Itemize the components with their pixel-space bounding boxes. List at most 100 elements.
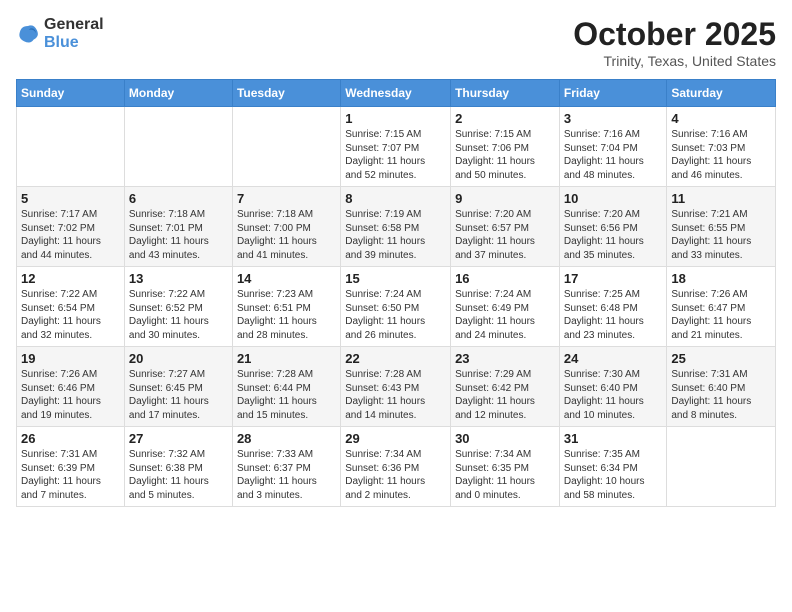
- day-content: Sunrise: 7:30 AM Sunset: 6:40 PM Dayligh…: [564, 368, 663, 422]
- calendar-week-row: 26Sunrise: 7:31 AM Sunset: 6:39 PM Dayli…: [17, 427, 776, 507]
- calendar-cell: 4Sunrise: 7:16 AM Sunset: 7:03 PM Daylig…: [667, 107, 776, 187]
- day-content: Sunrise: 7:22 AM Sunset: 6:54 PM Dayligh…: [21, 288, 120, 342]
- weekday-header-row: Sunday Monday Tuesday Wednesday Thursday…: [17, 80, 776, 107]
- day-content: Sunrise: 7:34 AM Sunset: 6:35 PM Dayligh…: [455, 448, 555, 502]
- calendar-cell: 26Sunrise: 7:31 AM Sunset: 6:39 PM Dayli…: [17, 427, 125, 507]
- header-thursday: Thursday: [451, 80, 560, 107]
- calendar-cell: 5Sunrise: 7:17 AM Sunset: 7:02 PM Daylig…: [17, 187, 125, 267]
- calendar-cell: 6 Sunrise: 7:18 AM Sunset: 7:01 PM Daylig…: [124, 187, 232, 267]
- calendar-cell: 15 Sunrise: 7:24 AM Sunset: 6:50 PM Dayli…: [341, 267, 451, 347]
- calendar-cell: 14 Sunrise: 7:23 AM Sunset: 6:51 PM Dayli…: [232, 267, 340, 347]
- day-number: 12: [21, 271, 120, 286]
- day-content: Sunrise: 7:35 AM Sunset: 6:34 PM Dayligh…: [564, 448, 663, 502]
- page-header: General Blue October 2025 Trinity, Texas…: [16, 16, 776, 69]
- logo-blue: Blue: [44, 34, 79, 51]
- day-number: 18: [671, 271, 771, 286]
- calendar-table: Sunday Monday Tuesday Wednesday Thursday…: [16, 79, 776, 507]
- header-sunday: Sunday: [17, 80, 125, 107]
- logo-general: General: [44, 16, 104, 33]
- day-content: Sunrise: 7:28 AM Sunset: 6:44 PM Dayligh…: [237, 368, 336, 422]
- calendar-body: 1Sunrise: 7:15 AM Sunset: 7:07 PM Daylig…: [17, 107, 776, 507]
- calendar-cell: 22Sunrise: 7:28 AM Sunset: 6:43 PM Dayli…: [341, 347, 451, 427]
- header-tuesday: Tuesday: [232, 80, 340, 107]
- day-content: Sunrise: 7:27 AM Sunset: 6:45 PM Dayligh…: [129, 368, 228, 422]
- calendar-cell: 13Sunrise: 7:22 AM Sunset: 6:52 PM Dayli…: [124, 267, 232, 347]
- day-number: 3: [564, 111, 663, 126]
- logo-text: General Blue: [44, 16, 104, 52]
- calendar-cell: 2 Sunrise: 7:15 AM Sunset: 7:06 PM Daylig…: [451, 107, 560, 187]
- calendar-cell: 21 Sunrise: 7:28 AM Sunset: 6:44 PM Dayli…: [232, 347, 340, 427]
- day-content: Sunrise: 7:26 AM Sunset: 6:47 PM Dayligh…: [671, 288, 771, 342]
- calendar-header: Sunday Monday Tuesday Wednesday Thursday…: [17, 80, 776, 107]
- day-content: Sunrise: 7:15 AM Sunset: 7:06 PM Dayligh…: [455, 128, 555, 182]
- header-wednesday: Wednesday: [341, 80, 451, 107]
- calendar-week-row: 12 Sunrise: 7:22 AM Sunset: 6:54 PM Dayli…: [17, 267, 776, 347]
- calendar-cell: 10 Sunrise: 7:20 AM Sunset: 6:56 PM Dayli…: [559, 187, 667, 267]
- calendar-cell: 16 Sunrise: 7:24 AM Sunset: 6:49 PM Dayli…: [451, 267, 560, 347]
- day-number: 21: [237, 351, 336, 366]
- calendar-cell: 31 Sunrise: 7:35 AM Sunset: 6:34 PM Dayli…: [559, 427, 667, 507]
- day-number: 14: [237, 271, 336, 286]
- day-number: 19: [21, 351, 120, 366]
- day-number: 20: [129, 351, 228, 366]
- day-content: Sunrise: 7:15 AM Sunset: 7:07 PM Dayligh…: [345, 128, 446, 182]
- calendar-cell: 12 Sunrise: 7:22 AM Sunset: 6:54 PM Dayli…: [17, 267, 125, 347]
- calendar-week-row: 19 Sunrise: 7:26 AM Sunset: 6:46 PM Dayli…: [17, 347, 776, 427]
- calendar-cell: 1Sunrise: 7:15 AM Sunset: 7:07 PM Daylig…: [341, 107, 451, 187]
- day-number: 25: [671, 351, 771, 366]
- calendar-cell: 11Sunrise: 7:21 AM Sunset: 6:55 PM Dayli…: [667, 187, 776, 267]
- day-number: 28: [237, 431, 336, 446]
- header-monday: Monday: [124, 80, 232, 107]
- calendar-cell: 27Sunrise: 7:32 AM Sunset: 6:38 PM Dayli…: [124, 427, 232, 507]
- calendar-cell: [232, 107, 340, 187]
- day-number: 2: [455, 111, 555, 126]
- day-content: Sunrise: 7:29 AM Sunset: 6:42 PM Dayligh…: [455, 368, 555, 422]
- calendar-cell: 3 Sunrise: 7:16 AM Sunset: 7:04 PM Daylig…: [559, 107, 667, 187]
- day-content: Sunrise: 7:24 AM Sunset: 6:50 PM Dayligh…: [345, 288, 446, 342]
- day-number: 8: [345, 191, 446, 206]
- calendar-cell: 8 Sunrise: 7:19 AM Sunset: 6:58 PM Daylig…: [341, 187, 451, 267]
- day-number: 4: [671, 111, 771, 126]
- calendar-cell: 25 Sunrise: 7:31 AM Sunset: 6:40 PM Dayli…: [667, 347, 776, 427]
- calendar-cell: 30 Sunrise: 7:34 AM Sunset: 6:35 PM Dayli…: [451, 427, 560, 507]
- day-content: Sunrise: 7:26 AM Sunset: 6:46 PM Dayligh…: [21, 368, 120, 422]
- logo-icon: [16, 22, 40, 46]
- calendar-cell: 17Sunrise: 7:25 AM Sunset: 6:48 PM Dayli…: [559, 267, 667, 347]
- day-content: Sunrise: 7:23 AM Sunset: 6:51 PM Dayligh…: [237, 288, 336, 342]
- calendar-cell: 19 Sunrise: 7:26 AM Sunset: 6:46 PM Dayli…: [17, 347, 125, 427]
- day-number: 6: [129, 191, 228, 206]
- calendar-cell: 28Sunrise: 7:33 AM Sunset: 6:37 PM Dayli…: [232, 427, 340, 507]
- calendar-cell: 7Sunrise: 7:18 AM Sunset: 7:00 PM Daylig…: [232, 187, 340, 267]
- day-content: Sunrise: 7:20 AM Sunset: 6:56 PM Dayligh…: [564, 208, 663, 262]
- day-number: 26: [21, 431, 120, 446]
- day-content: Sunrise: 7:16 AM Sunset: 7:04 PM Dayligh…: [564, 128, 663, 182]
- day-number: 23: [455, 351, 555, 366]
- day-number: 13: [129, 271, 228, 286]
- header-saturday: Saturday: [667, 80, 776, 107]
- month-title: October 2025: [573, 16, 776, 53]
- day-content: Sunrise: 7:19 AM Sunset: 6:58 PM Dayligh…: [345, 208, 446, 262]
- day-content: Sunrise: 7:18 AM Sunset: 7:01 PM Dayligh…: [129, 208, 228, 262]
- day-number: 9: [455, 191, 555, 206]
- day-number: 10: [564, 191, 663, 206]
- day-number: 5: [21, 191, 120, 206]
- calendar-cell: [124, 107, 232, 187]
- day-number: 15: [345, 271, 446, 286]
- day-content: Sunrise: 7:20 AM Sunset: 6:57 PM Dayligh…: [455, 208, 555, 262]
- day-number: 16: [455, 271, 555, 286]
- location-title: Trinity, Texas, United States: [573, 53, 776, 69]
- calendar-cell: 24 Sunrise: 7:30 AM Sunset: 6:40 PM Dayli…: [559, 347, 667, 427]
- calendar-week-row: 5Sunrise: 7:17 AM Sunset: 7:02 PM Daylig…: [17, 187, 776, 267]
- calendar-cell: [17, 107, 125, 187]
- day-number: 17: [564, 271, 663, 286]
- day-number: 30: [455, 431, 555, 446]
- header-friday: Friday: [559, 80, 667, 107]
- calendar-cell: 9 Sunrise: 7:20 AM Sunset: 6:57 PM Daylig…: [451, 187, 560, 267]
- day-content: Sunrise: 7:24 AM Sunset: 6:49 PM Dayligh…: [455, 288, 555, 342]
- calendar-week-row: 1Sunrise: 7:15 AM Sunset: 7:07 PM Daylig…: [17, 107, 776, 187]
- day-number: 31: [564, 431, 663, 446]
- day-number: 24: [564, 351, 663, 366]
- day-number: 22: [345, 351, 446, 366]
- day-content: Sunrise: 7:31 AM Sunset: 6:40 PM Dayligh…: [671, 368, 771, 422]
- day-content: Sunrise: 7:21 AM Sunset: 6:55 PM Dayligh…: [671, 208, 771, 262]
